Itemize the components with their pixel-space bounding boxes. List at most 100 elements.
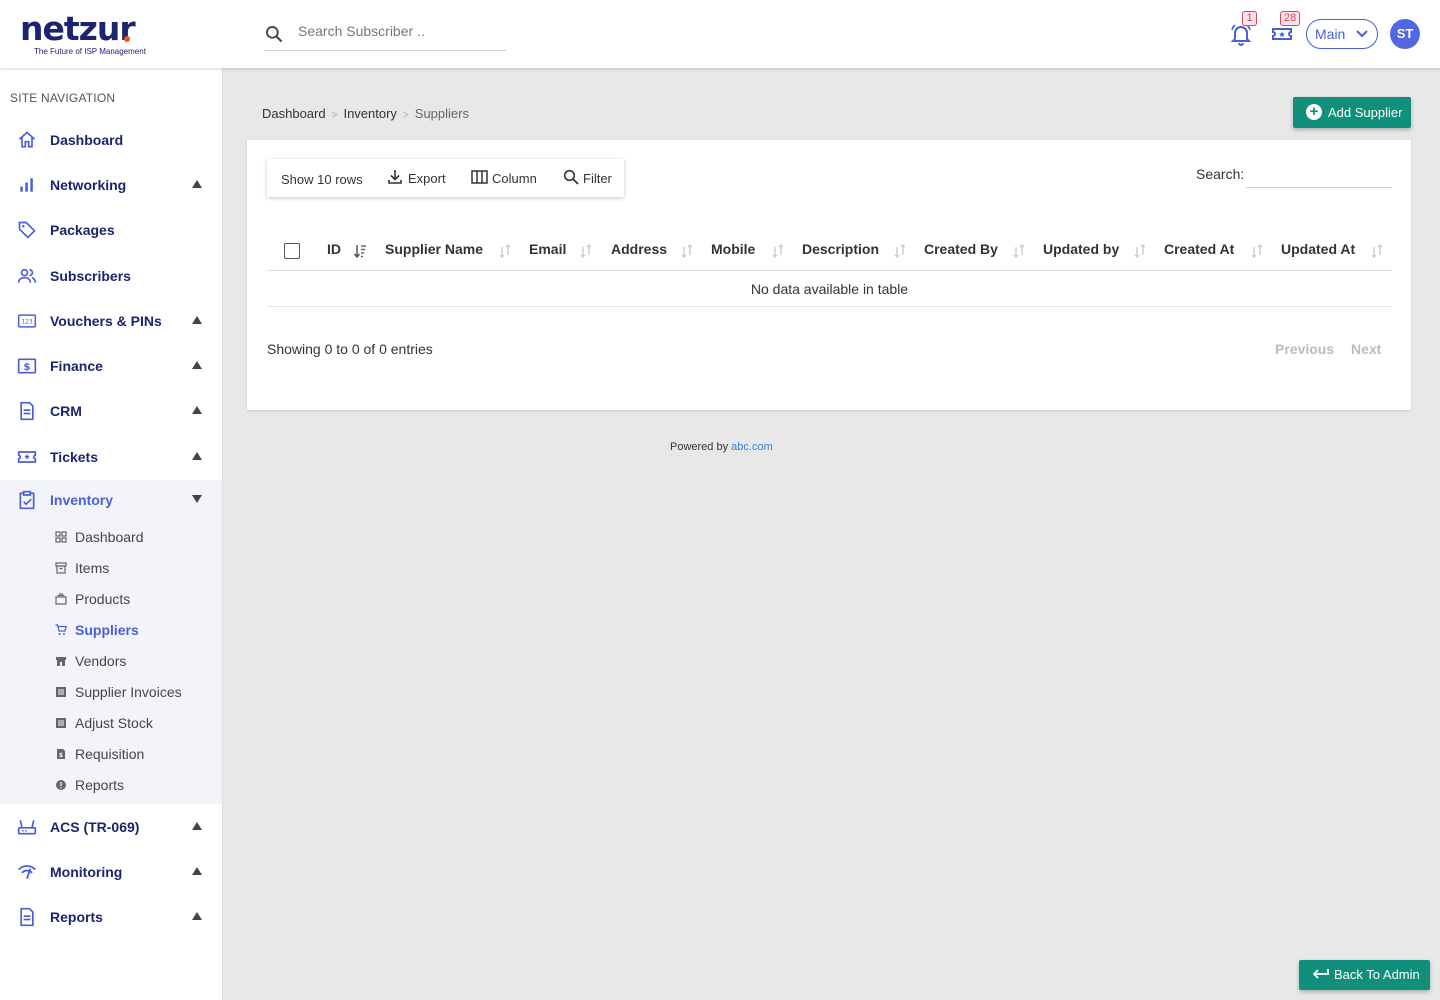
sidebar-item-label: Monitoring <box>50 864 123 880</box>
file-icon: $ <box>57 749 65 759</box>
table-info: Showing 0 to 0 of 0 entries <box>267 341 433 357</box>
breadcrumb-separator: > <box>402 110 409 121</box>
inventory-subitem-products[interactable]: Products <box>0 588 222 612</box>
sidebar-item-vouchers[interactable]: 123 Vouchers & PINs <box>0 301 222 341</box>
breadcrumb-dashboard[interactable]: Dashboard <box>262 106 326 121</box>
subitem-label: Adjust Stock <box>75 715 153 731</box>
inventory-subitem-adjust-stock[interactable]: Adjust Stock <box>0 712 222 736</box>
workspace-select-value: Main <box>1315 26 1346 42</box>
subitem-label: Suppliers <box>75 622 139 638</box>
sidebar-item-packages[interactable]: Packages <box>0 210 222 250</box>
sort-icon[interactable] <box>1013 244 1025 258</box>
column-header-description[interactable]: Description <box>802 241 879 257</box>
table-header-row: ID Supplier Name Email Address Mobile De… <box>267 230 1392 271</box>
user-avatar[interactable]: ST <box>1390 19 1420 49</box>
table-search-label: Search: <box>1196 166 1245 182</box>
sidebar-item-label: Dashboard <box>50 132 124 148</box>
column-header-id[interactable]: ID <box>327 241 341 257</box>
filter-label: Filter <box>583 171 612 186</box>
info-icon <box>56 780 66 790</box>
search-icon <box>563 169 579 185</box>
select-all-checkbox[interactable] <box>284 243 300 259</box>
sidebar-item-tickets[interactable]: Tickets <box>0 437 222 477</box>
caret-up-icon <box>192 316 202 324</box>
caret-down-icon <box>192 495 202 503</box>
caret-up-icon <box>192 822 202 830</box>
sort-icon[interactable] <box>772 244 784 258</box>
subitem-label: Vendors <box>75 653 127 669</box>
powered-by-text: Powered by <box>670 441 729 453</box>
report-icon <box>20 907 34 927</box>
svg-text:123: 123 <box>21 320 32 326</box>
inventory-subitem-suppliers[interactable]: Suppliers <box>0 619 222 643</box>
column-header-mobile[interactable]: Mobile <box>711 241 755 257</box>
sidebar-heading: SITE NAVIGATION <box>10 91 116 105</box>
layers-icon <box>55 593 67 605</box>
sort-icon[interactable] <box>681 244 693 258</box>
signal-icon <box>18 865 36 879</box>
users-icon <box>17 268 37 283</box>
sort-icon[interactable] <box>894 244 906 258</box>
sort-icon[interactable] <box>1251 244 1263 258</box>
svg-text:$: $ <box>24 362 31 373</box>
column-header-created-at[interactable]: Created At <box>1164 241 1234 257</box>
breadcrumb: Dashboard > Inventory > Suppliers <box>262 106 469 121</box>
home-icon <box>18 131 36 148</box>
inventory-subitem-items[interactable]: Items <box>0 557 222 581</box>
app-logo[interactable]: netzur The Future of ISP Management <box>20 12 146 57</box>
tag-icon <box>18 221 36 239</box>
breadcrumb-inventory[interactable]: Inventory <box>343 106 396 121</box>
sidebar-item-finance[interactable]: $ Finance <box>0 346 222 386</box>
inventory-subitem-vendors[interactable]: Vendors <box>0 650 222 674</box>
search-icon <box>266 26 283 43</box>
column-header-email[interactable]: Email <box>529 241 566 257</box>
sort-icon[interactable] <box>1371 244 1383 258</box>
inventory-subitem-dashboard[interactable]: Dashboard <box>0 526 222 550</box>
sidebar-item-label: Networking <box>50 177 127 193</box>
workspace-select[interactable]: Main <box>1306 19 1378 49</box>
subscriber-search-input[interactable] <box>298 23 498 39</box>
table-search-input[interactable] <box>1246 162 1392 188</box>
powered-by-link[interactable]: abc.com <box>731 441 773 453</box>
sidebar-item-subscribers[interactable]: Subscribers <box>0 256 222 296</box>
ticket-icon <box>17 451 37 463</box>
sidebar-item-monitoring[interactable]: Monitoring <box>0 852 222 892</box>
back-to-admin-button[interactable]: Back To Admin <box>1299 960 1430 990</box>
subitem-label: Products <box>75 591 131 607</box>
sort-desc-icon[interactable] <box>354 244 366 258</box>
router-icon <box>17 820 37 835</box>
column-header-supplier-name[interactable]: Supplier Name <box>385 241 483 257</box>
sort-icon[interactable] <box>499 244 511 258</box>
column-header-address[interactable]: Address <box>611 241 667 257</box>
clipboard-check-icon <box>19 490 35 510</box>
inventory-subitem-reports[interactable]: Reports <box>0 774 222 798</box>
sidebar-item-crm[interactable]: CRM <box>0 391 222 431</box>
column-header-created-by[interactable]: Created By <box>924 241 998 257</box>
inventory-subitem-requisition[interactable]: $ Requisition <box>0 743 222 767</box>
dollar-icon: $ <box>17 358 37 374</box>
caret-up-icon <box>192 867 202 875</box>
subitem-label: Requisition <box>75 746 145 762</box>
previous-page-button[interactable]: Previous <box>1275 341 1334 357</box>
sidebar-item-dashboard[interactable]: Dashboard <box>0 120 222 160</box>
cart-icon <box>55 624 67 635</box>
list-icon <box>56 687 66 697</box>
sidebar-item-inventory[interactable]: Inventory <box>0 480 222 520</box>
show-rows-button[interactable]: Show 10 rows <box>267 159 372 197</box>
inventory-subitem-supplier-invoices[interactable]: Supplier Invoices <box>0 681 222 705</box>
notifications-button[interactable]: 1 <box>1229 11 1257 46</box>
sidebar-item-acs[interactable]: ACS (TR-069) <box>0 807 222 847</box>
next-page-button[interactable]: Next <box>1351 341 1381 357</box>
sort-icon[interactable] <box>1134 244 1146 258</box>
breadcrumb-current: Suppliers <box>414 106 469 121</box>
sort-icon[interactable] <box>580 244 592 258</box>
column-header-updated-at[interactable]: Updated At <box>1281 241 1355 257</box>
add-supplier-button[interactable]: + Add Supplier <box>1293 97 1411 128</box>
add-supplier-label: Add Supplier <box>1328 105 1403 120</box>
column-header-updated-by[interactable]: Updated by <box>1043 241 1119 257</box>
caret-up-icon <box>192 912 202 920</box>
sidebar-item-reports[interactable]: Reports <box>0 897 222 937</box>
breadcrumb-separator: > <box>331 110 338 121</box>
tickets-button[interactable]: 28 <box>1270 11 1301 46</box>
sidebar-item-networking[interactable]: Networking <box>0 165 222 205</box>
